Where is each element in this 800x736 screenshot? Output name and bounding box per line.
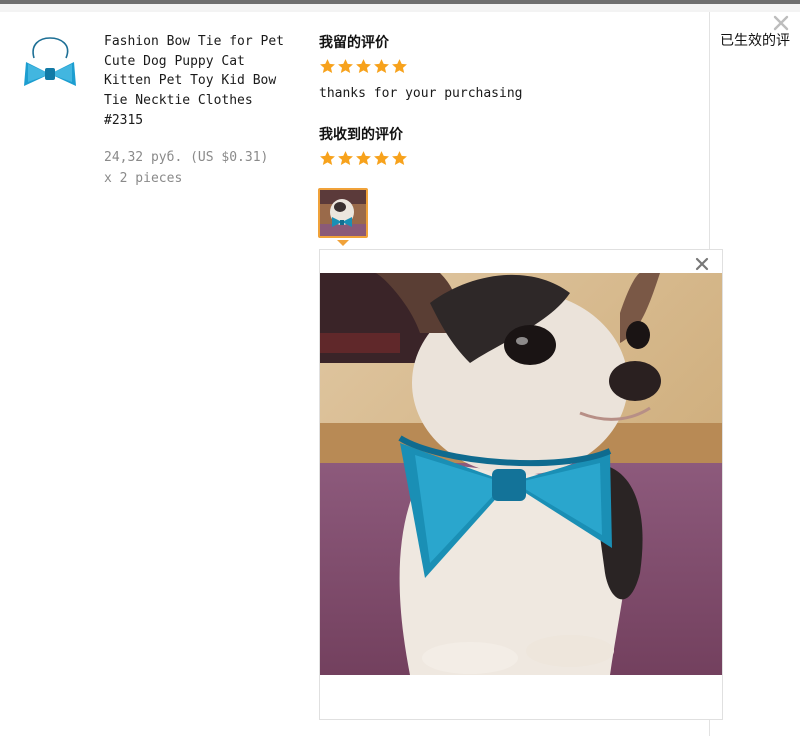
my-review-heading: 我留的评价 (319, 35, 389, 51)
received-review-heading: 我收到的评价 (319, 127, 403, 143)
close-icon (773, 15, 789, 31)
product-title-line: Cute Dog Puppy Cat (104, 53, 245, 69)
star-icon (338, 59, 353, 74)
product-thumbnail[interactable] (20, 34, 80, 100)
dialog-close-button[interactable] (771, 13, 791, 33)
dog-with-bow-tie-photo (320, 273, 722, 675)
star-icon (392, 151, 407, 166)
review-photo (320, 273, 722, 675)
product-quantity: x 2 pieces (104, 171, 183, 186)
star-icon (356, 151, 371, 166)
star-icon (356, 59, 371, 74)
product-title[interactable]: Fashion Bow Tie for Pet Cute Dog Puppy C… (104, 32, 304, 131)
product-title-line: Tie Necktie Clothes (104, 93, 253, 109)
product-price: 24,32 руб. (US $0.31) (104, 150, 269, 165)
star-icon (320, 151, 335, 166)
star-icon (338, 151, 353, 166)
close-icon (695, 257, 709, 271)
star-icon (374, 151, 389, 166)
dog-photo-icon (320, 190, 366, 236)
preview-close-button[interactable] (694, 256, 710, 272)
star-icon (320, 59, 335, 74)
thumbnail-pointer (337, 240, 349, 246)
bow-tie-image-icon (24, 37, 76, 86)
window-top-shade (0, 4, 800, 12)
product-title-line: Kitten Pet Toy Kid Bow (104, 73, 277, 89)
product-title-line: #2315 (104, 112, 144, 128)
product-title-line: Fashion Bow Tie for Pet (104, 34, 285, 49)
my-review-text: thanks for your purchasing (319, 86, 523, 101)
review-photo-thumbnail[interactable] (318, 188, 368, 238)
my-review-rating (319, 58, 408, 76)
star-icon (374, 59, 389, 74)
star-icon (392, 59, 407, 74)
received-review-rating (319, 150, 408, 168)
